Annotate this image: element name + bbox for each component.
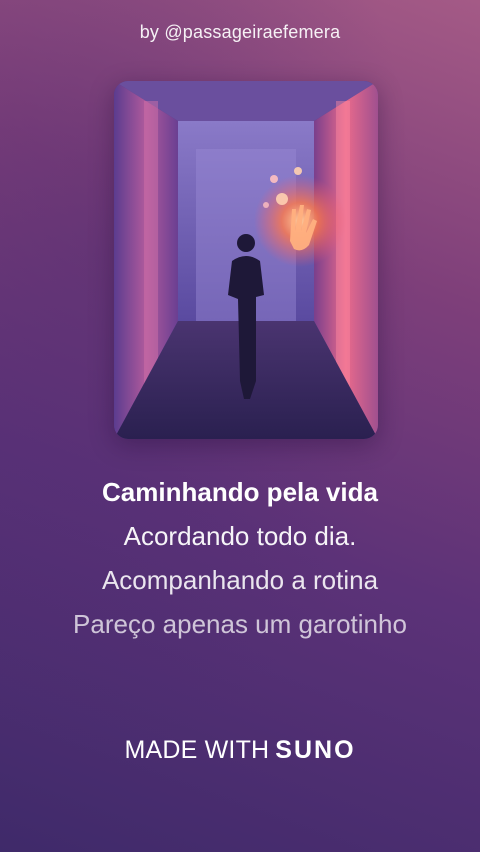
lyric-line: Acompanhando a rotina (101, 565, 379, 595)
lyrics-panel: Caminhando pela vida Acordando todo dia.… (0, 470, 480, 646)
artist-byline[interactable]: by @passageiraefemera (0, 22, 480, 43)
suno-logo: SUNO (275, 736, 356, 764)
lyric-line: Acordando todo dia. (123, 521, 357, 551)
made-with-label: MADE WITH (124, 736, 270, 764)
cover-art (114, 81, 378, 439)
lyric-line-current: Caminhando pela vida (102, 477, 378, 507)
lyric-line: Pareço apenas um garotinho (73, 609, 407, 639)
made-with-suno-footer[interactable]: MADE WITH SUNO (0, 736, 480, 765)
